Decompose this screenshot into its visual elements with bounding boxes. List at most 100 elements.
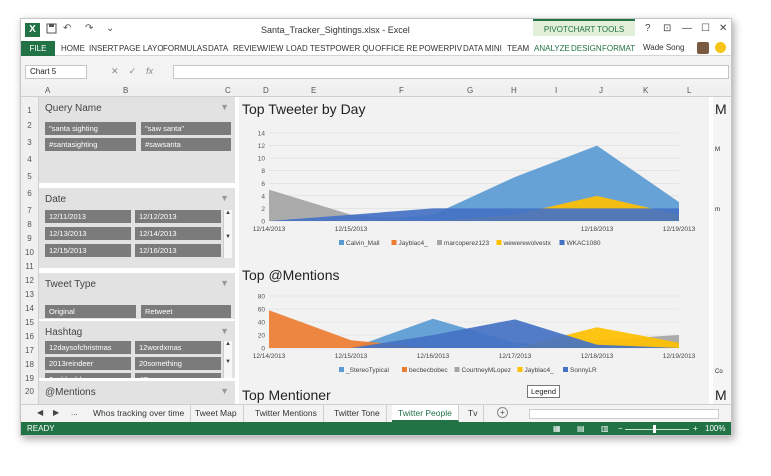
slicer-item[interactable]: 2caldenblams — [45, 373, 131, 378]
row-header[interactable]: 15 — [21, 318, 38, 327]
row-header[interactable]: 19 — [21, 374, 38, 383]
slicer-item[interactable]: 12/16/2013 — [135, 244, 221, 257]
user-name[interactable]: Wade Song — [643, 43, 685, 52]
undo-icon[interactable]: ↶ — [63, 23, 71, 34]
save-icon[interactable] — [46, 23, 57, 37]
cancel-icon[interactable]: ✕ — [111, 66, 119, 76]
row-header[interactable]: 18 — [21, 360, 38, 369]
tab-power-query[interactable]: POWER QU — [330, 41, 374, 56]
row-header[interactable]: 7 — [21, 206, 38, 215]
slicer-item[interactable]: 12daysofchristmas — [45, 341, 131, 354]
slicer-item[interactable]: 12/14/2013 — [135, 227, 221, 240]
column-header[interactable]: A — [45, 86, 50, 95]
tab-data-mining[interactable]: DATA MINI — [463, 41, 502, 56]
slicer-item[interactable]: 20something — [135, 357, 221, 370]
horizontal-scrollbar[interactable] — [529, 409, 719, 419]
clear-filter-icon[interactable]: ▼ — [220, 386, 229, 396]
add-sheet-icon[interactable]: + — [497, 407, 508, 418]
enter-icon[interactable]: ✓ — [129, 66, 137, 76]
formula-input[interactable] — [173, 65, 729, 79]
column-header[interactable]: H — [511, 86, 517, 95]
tab-analyze[interactable]: ANALYZE — [534, 41, 570, 56]
row-header[interactable]: 16 — [21, 332, 38, 341]
slicer-item[interactable]: Original — [45, 305, 136, 318]
redo-icon[interactable]: ↷ — [85, 23, 93, 34]
column-header[interactable]: D — [263, 86, 269, 95]
slicer-item[interactable]: 12/11/2013 — [45, 210, 131, 223]
name-box[interactable]: Chart 5 — [25, 65, 87, 79]
row-header[interactable]: 20 — [21, 387, 38, 396]
row-header[interactable]: 2 — [21, 121, 38, 130]
insert-function-icon[interactable]: fx — [146, 66, 153, 76]
tab-file[interactable]: FILE — [21, 41, 55, 56]
column-header[interactable]: L — [687, 86, 691, 95]
feedback-smiley-icon[interactable] — [715, 42, 726, 53]
column-header[interactable]: C — [225, 86, 231, 95]
tab-insert[interactable]: INSERT — [89, 41, 118, 56]
normal-view-icon[interactable]: ▦ — [553, 424, 561, 433]
tab-home[interactable]: HOME — [61, 41, 85, 56]
slicer-item[interactable]: 12wordxmas — [135, 341, 221, 354]
clear-filter-icon[interactable]: ▼ — [220, 102, 229, 112]
slicer-item[interactable]: #santasighting — [45, 138, 136, 151]
tab-design[interactable]: DESIGN — [571, 41, 602, 56]
column-header[interactable]: E — [311, 86, 316, 95]
row-header[interactable]: 8 — [21, 220, 38, 229]
tab-format[interactable]: FORMAT — [602, 41, 635, 56]
minimize-icon[interactable]: — — [682, 23, 692, 34]
sheet-tab[interactable]: Whos tracking over time — [87, 405, 192, 422]
slicer-item[interactable]: 12/15/2013 — [45, 244, 131, 257]
zoom-out-icon[interactable]: − — [618, 424, 623, 433]
maximize-icon[interactable]: ☐ — [701, 23, 710, 34]
tab-view[interactable]: VIEW — [263, 41, 283, 56]
zoom-level[interactable]: 100% — [705, 424, 725, 433]
slicer-item[interactable]: 12/12/2013 — [135, 210, 221, 223]
row-header[interactable]: 1 — [21, 106, 38, 115]
zoom-slider[interactable] — [625, 429, 689, 430]
clear-filter-icon[interactable]: ▼ — [220, 278, 229, 288]
zoom-slider-thumb[interactable] — [653, 425, 656, 433]
chart-top-mentions[interactable]: Top @Mentions 0 20 40 60 80 12/14/2013 12/15/20… — [239, 263, 709, 378]
next-sheet-icon[interactable]: ▶ — [53, 408, 59, 417]
clear-filter-icon[interactable]: ▼ — [220, 193, 229, 203]
row-header[interactable]: 13 — [21, 290, 38, 299]
sheet-tab[interactable]: Tv — [462, 405, 485, 422]
tab-team[interactable]: TEAM — [507, 41, 529, 56]
row-header[interactable]: 12 — [21, 276, 38, 285]
zoom-in-icon[interactable]: + — [693, 424, 698, 433]
row-header[interactable]: 10 — [21, 248, 38, 257]
slicer-item[interactable]: "santa sighting — [45, 122, 136, 135]
column-header[interactable]: J — [599, 86, 603, 95]
column-header[interactable]: K — [643, 86, 648, 95]
avatar[interactable] — [697, 42, 709, 54]
close-icon[interactable]: ✕ — [719, 23, 727, 34]
column-header[interactable]: I — [555, 86, 557, 95]
sheet-tab[interactable]: Tweet Map — [189, 405, 244, 422]
slicer-scrollbar[interactable]: ▲ ▼ — [223, 341, 232, 378]
ribbon-display-icon[interactable]: ⊡ — [663, 23, 671, 34]
tab-page-layout[interactable]: PAGE LAYO — [119, 41, 164, 56]
row-header[interactable]: 17 — [21, 346, 38, 355]
row-header[interactable]: 4 — [21, 155, 38, 164]
prev-sheet-icon[interactable]: ◀ — [37, 408, 43, 417]
slicer-scrollbar[interactable]: ▲ ▼ — [223, 210, 232, 258]
sheet-tab[interactable]: Twitter Mentions — [249, 405, 324, 422]
sheet-tab-active[interactable]: Twitter People — [392, 405, 459, 422]
row-header[interactable]: 9 — [21, 234, 38, 243]
tab-office-remote[interactable]: OFFICE RE — [375, 41, 418, 56]
column-header[interactable]: B — [123, 86, 128, 95]
page-break-view-icon[interactable]: ▥ — [601, 424, 609, 433]
row-header[interactable]: 3 — [21, 138, 38, 147]
column-header[interactable]: G — [467, 86, 473, 95]
slicer-item[interactable]: 4Ro — [135, 373, 221, 378]
tab-review[interactable]: REVIEW — [233, 41, 265, 56]
more-sheets-icon[interactable]: ... — [71, 408, 78, 417]
row-header[interactable]: 5 — [21, 172, 38, 181]
column-header[interactable]: F — [399, 86, 404, 95]
row-header[interactable]: 14 — [21, 304, 38, 313]
tab-formulas[interactable]: FORMULAS — [163, 41, 207, 56]
slicer-item[interactable]: 12/13/2013 — [45, 227, 131, 240]
tab-data[interactable]: DATA — [208, 41, 228, 56]
chart-top-tweeter[interactable]: Top Tweeter by Day 0 2 4 6 8 10 12 14 12/14/2013 1… — [239, 97, 709, 259]
sheet-tab[interactable]: Twitter Tone — [328, 405, 387, 422]
